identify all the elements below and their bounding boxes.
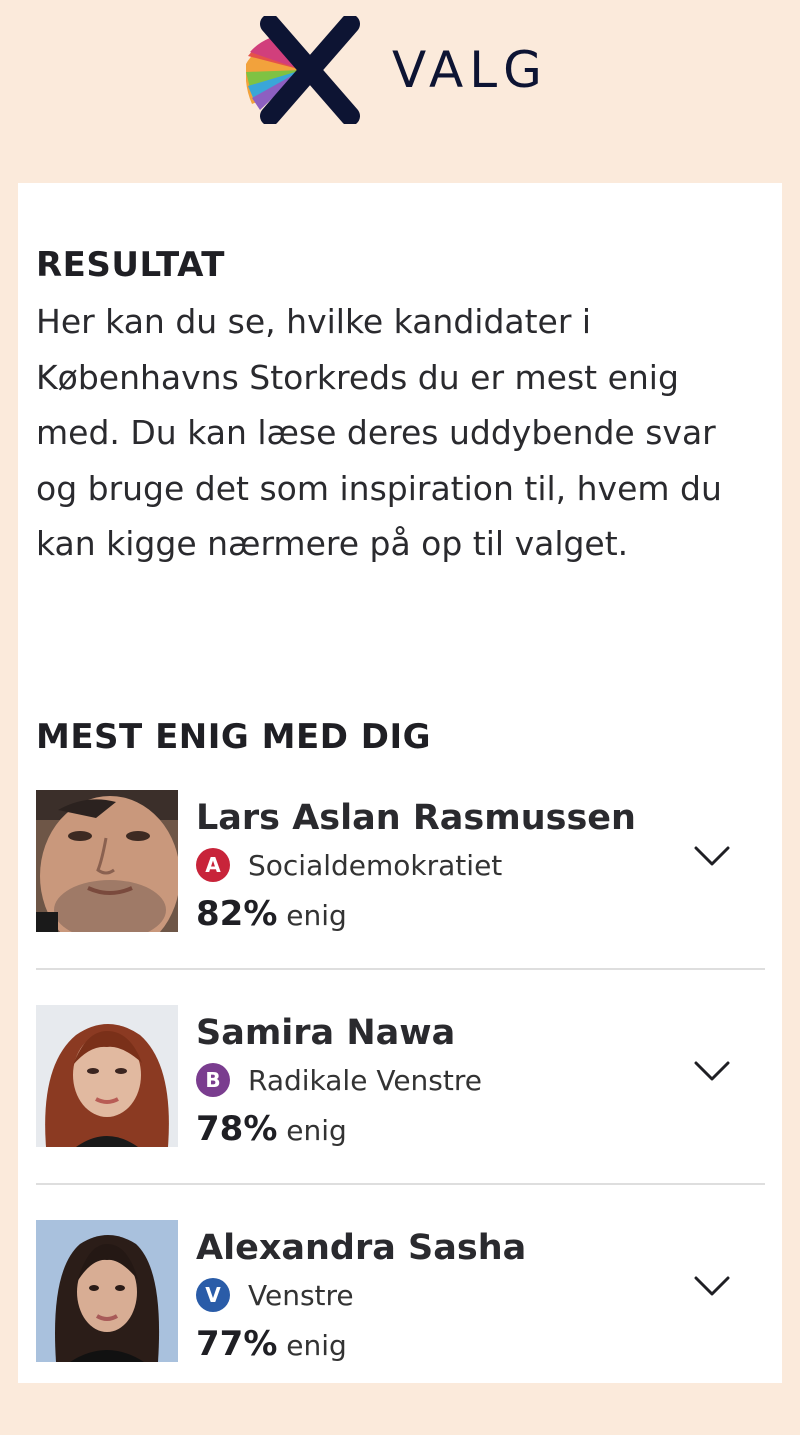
agreement-score: 78% enig bbox=[196, 1109, 347, 1149]
agreement-percent: 77% bbox=[196, 1324, 278, 1364]
candidate-party: A Socialdemokratiet bbox=[196, 848, 502, 882]
app-header: VALG bbox=[0, 0, 800, 183]
result-intro: Her kan du se, hvilke kandidater i Køben… bbox=[36, 302, 722, 563]
chevron-down-icon[interactable] bbox=[694, 1275, 730, 1297]
candidate-party: B Radikale Venstre bbox=[196, 1063, 482, 1097]
agreement-percent: 82% bbox=[196, 894, 278, 934]
agreement-score: 77% enig bbox=[196, 1324, 347, 1364]
divider bbox=[36, 968, 765, 970]
candidate-name: Samira Nawa bbox=[196, 1013, 456, 1053]
brand-name: VALG bbox=[392, 41, 548, 99]
agreement-score: 82% enig bbox=[196, 894, 347, 934]
party-name: Venstre bbox=[248, 1278, 354, 1312]
x-logo-icon bbox=[246, 16, 360, 124]
candidate-item[interactable]: Samira Nawa B Radikale Venstre 78% enig bbox=[36, 1005, 765, 1220]
candidate-name: Lars Aslan Rasmussen bbox=[196, 798, 636, 838]
candidate-photo bbox=[36, 1005, 178, 1147]
valg-logo[interactable]: VALG bbox=[246, 16, 548, 124]
agreement-label: enig bbox=[286, 1114, 347, 1147]
agreement-label: enig bbox=[286, 1329, 347, 1362]
result-card: RESULTAT Her kan du se, hvilke kandidate… bbox=[18, 183, 782, 1383]
match-title: MEST ENIG MED DIG bbox=[36, 717, 432, 757]
agreement-label: enig bbox=[286, 899, 347, 932]
agreement-percent: 78% bbox=[196, 1109, 278, 1149]
chevron-down-icon[interactable] bbox=[694, 1060, 730, 1082]
party-badge: A bbox=[196, 848, 230, 882]
result-title: RESULTAT bbox=[36, 245, 225, 285]
party-name: Radikale Venstre bbox=[248, 1063, 482, 1097]
candidate-photo bbox=[36, 790, 178, 932]
party-badge: V bbox=[196, 1278, 230, 1312]
party-name: Socialdemokratiet bbox=[248, 848, 503, 882]
candidate-item[interactable]: Lars Aslan Rasmussen A Socialdemokratiet… bbox=[36, 790, 765, 1005]
candidate-photo bbox=[36, 1220, 178, 1362]
chevron-down-icon[interactable] bbox=[694, 845, 730, 867]
party-badge: B bbox=[196, 1063, 230, 1097]
candidate-item[interactable]: Alexandra Sasha V Venstre 77% enig bbox=[36, 1220, 765, 1435]
divider bbox=[36, 1183, 765, 1185]
candidate-party: V Venstre bbox=[196, 1278, 354, 1312]
candidate-name: Alexandra Sasha bbox=[196, 1228, 527, 1268]
